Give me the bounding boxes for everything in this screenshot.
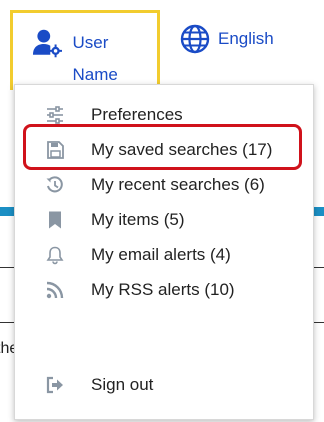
- user-menu-button[interactable]: User Name: [10, 10, 160, 90]
- language-button[interactable]: English: [180, 24, 274, 54]
- user-dropdown-menu: Preferences My saved searches (17) My re…: [14, 84, 314, 420]
- menu-item-label: My items (5): [91, 210, 185, 229]
- menu-item-my-items[interactable]: My items (5): [15, 203, 313, 237]
- background-text: the: [0, 340, 14, 357]
- rss-icon: [45, 280, 65, 300]
- menu-item-label: My saved searches (17): [91, 140, 273, 159]
- menu-item-recent-searches[interactable]: My recent searches (6): [15, 168, 313, 202]
- menu-item-label: My email alerts (4): [91, 245, 231, 264]
- bell-icon: [45, 245, 65, 265]
- user-name-label: User Name: [72, 33, 118, 84]
- background-divider: [314, 322, 324, 323]
- menu-item-preferences[interactable]: Preferences: [15, 98, 313, 132]
- background-divider: [0, 267, 14, 268]
- history-icon: [45, 175, 65, 195]
- menu-item-saved-searches[interactable]: My saved searches (17): [15, 133, 313, 167]
- background-accent-bar: [314, 207, 324, 216]
- page: User Name English the: [0, 0, 324, 422]
- menu-item-label: Sign out: [91, 375, 154, 394]
- language-label: English: [218, 29, 274, 48]
- globe-icon: [180, 24, 210, 54]
- menu-item-sign-out[interactable]: Sign out: [15, 368, 313, 402]
- sign-out-icon: [45, 375, 65, 395]
- sliders-icon: [45, 105, 65, 125]
- menu-item-label: My RSS alerts (10): [91, 280, 235, 299]
- background-divider: [314, 267, 324, 268]
- menu-item-rss-alerts[interactable]: My RSS alerts (10): [15, 273, 313, 307]
- floppy-disk-icon: [45, 140, 65, 160]
- user-gear-icon: [32, 29, 62, 58]
- menu-item-email-alerts[interactable]: My email alerts (4): [15, 238, 313, 272]
- menu-item-label: My recent searches (6): [91, 175, 265, 194]
- background-accent-bar: [0, 207, 14, 216]
- menu-item-label: Preferences: [91, 105, 183, 124]
- background-divider: [0, 322, 14, 323]
- bookmark-icon: [45, 210, 65, 230]
